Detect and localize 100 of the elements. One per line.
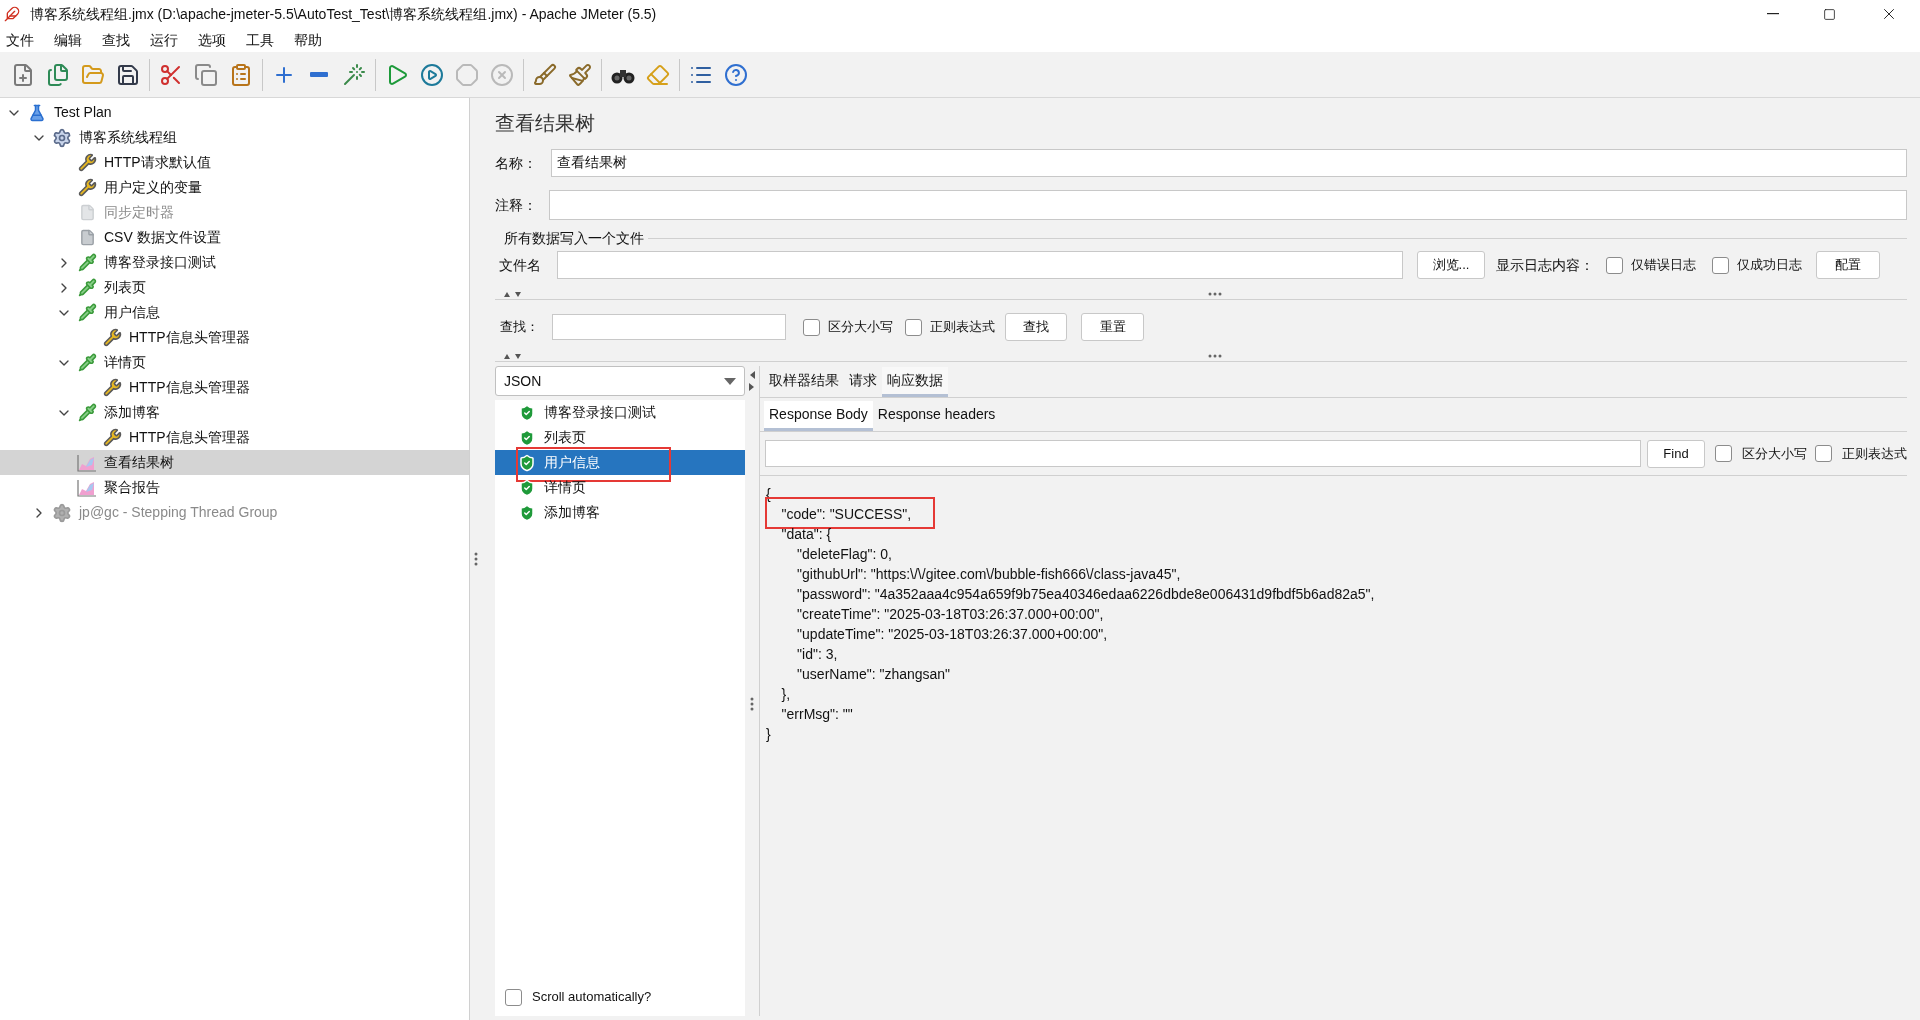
checkbox[interactable] (803, 318, 820, 336)
tree-label: 同步定时器 (104, 203, 174, 222)
name-field[interactable]: 查看结果树 (551, 149, 1907, 177)
tree-label: 添加博客 (104, 403, 160, 422)
tree-label: 详情页 (104, 353, 146, 372)
button[interactable]: 配置 (1816, 251, 1880, 279)
checkbox[interactable] (1715, 445, 1732, 462)
checkbox[interactable] (905, 318, 922, 336)
help-icon (724, 62, 748, 87)
tab[interactable]: Response Body (764, 401, 873, 431)
menu-item[interactable]: 选项 (198, 29, 226, 51)
menu-item[interactable]: 编辑 (54, 29, 82, 51)
collapse-arrows-icon[interactable] (503, 351, 523, 360)
tree-label: 用户信息 (104, 303, 160, 322)
code-line: "data": { (780, 526, 832, 542)
pipette-icon (77, 403, 97, 422)
result-label: 添加博客 (544, 503, 600, 522)
result-item[interactable]: 博客登录接口测试 (495, 400, 745, 425)
code-line: } (766, 726, 771, 742)
area-chart-icon (77, 453, 97, 472)
gear-icon (52, 502, 72, 523)
button[interactable]: 重置 (1081, 313, 1144, 341)
menu-item[interactable]: 工具 (246, 29, 274, 51)
tree-item[interactable]: 详情页 (0, 350, 470, 375)
collapse-arrows-icon[interactable] (503, 289, 523, 298)
grip-icon[interactable] (474, 552, 478, 566)
result-item[interactable]: 添加博客 (495, 500, 745, 525)
wrench-icon (102, 428, 122, 447)
tree-item[interactable]: 查看结果树 (0, 450, 470, 475)
menu-item[interactable]: 查找 (102, 29, 130, 51)
button[interactable]: Find (1647, 439, 1705, 468)
tree-label: 列表页 (104, 278, 146, 297)
minimize-icon[interactable] (1767, 13, 1779, 15)
tab[interactable]: Response headers (872, 401, 1001, 431)
result-item[interactable]: 详情页 (495, 475, 745, 500)
result-item[interactable]: 列表页 (495, 425, 745, 450)
tree-item[interactable]: HTTP信息头管理器 (0, 425, 470, 450)
result-item[interactable]: 用户信息 (495, 450, 745, 475)
tree-item[interactable]: HTTP信息头管理器 (0, 325, 470, 350)
tab[interactable]: 取样器结果 (764, 367, 844, 397)
tree-item[interactable]: 博客登录接口测试 (0, 250, 470, 275)
checkbox[interactable] (1815, 445, 1832, 462)
tree-item[interactable]: 用户定义的变量 (0, 175, 470, 200)
tree-item[interactable]: 聚合报告 (0, 475, 470, 500)
tree-label: HTTP信息头管理器 (129, 328, 250, 347)
code-line: "createTime": "2025-03-18T03:26:37.000+00:00", (796, 606, 1104, 622)
tree-label: HTTP信息头管理器 (129, 428, 250, 447)
comment-field[interactable] (549, 190, 1907, 220)
grip-icon[interactable] (1208, 291, 1222, 296)
renderer-dropdown[interactable]: JSON (495, 366, 745, 396)
menu-item[interactable]: 运行 (150, 29, 178, 51)
tree-item[interactable]: HTTP请求默认值 (0, 150, 470, 175)
tree-item[interactable]: CSV 数据文件设置 (0, 225, 470, 250)
menu-item[interactable]: 帮助 (294, 29, 322, 51)
checkbox[interactable] (505, 988, 522, 1006)
wrench-icon (102, 378, 122, 397)
pipette-icon (77, 278, 97, 297)
document-icon (78, 229, 96, 246)
section-title: 所有数据写入一个文件 (504, 228, 644, 248)
file-plus-icon (11, 62, 35, 87)
pipette-icon (77, 353, 97, 372)
tree-label: 查看结果树 (104, 453, 174, 472)
tree-item[interactable]: 用户信息 (0, 300, 470, 325)
tree-label: Test Plan (54, 103, 112, 122)
search-field[interactable] (552, 314, 786, 340)
dropdown-value: JSON (504, 371, 543, 391)
tree-label: HTTP信息头管理器 (129, 378, 250, 397)
log-label: 显示日志内容： (1496, 255, 1594, 275)
button[interactable]: 查找 (1005, 313, 1067, 341)
pipette-icon (77, 303, 97, 322)
tree-item[interactable]: 列表页 (0, 275, 470, 300)
tab[interactable]: 请求 (844, 367, 882, 397)
field-label: 查找： (500, 318, 540, 337)
tab[interactable]: 响应数据 (882, 367, 948, 397)
copy-icon (194, 62, 218, 87)
area-chart-icon (77, 478, 97, 497)
tree-item[interactable]: Test Plan (0, 100, 470, 125)
checkbox-label: 正则表达式 (930, 318, 995, 337)
eraser-icon (646, 62, 670, 87)
tree-item[interactable]: HTTP信息头管理器 (0, 375, 470, 400)
grip-icon[interactable] (750, 697, 754, 711)
checkbox-label: 正则表达式 (1842, 444, 1907, 463)
body-search-field[interactable] (765, 440, 1641, 467)
wrench-icon (77, 153, 97, 172)
filename-field[interactable] (557, 251, 1403, 279)
result-label: 详情页 (544, 478, 586, 497)
checkbox[interactable] (1606, 256, 1623, 274)
restore-icon[interactable] (1823, 7, 1836, 21)
play-circle-icon (420, 62, 444, 87)
menu-item[interactable]: 文件 (6, 29, 34, 51)
tree-item[interactable]: 添加博客 (0, 400, 470, 425)
tree-item[interactable]: 博客系统线程组 (0, 125, 470, 150)
panel-title: 查看结果树 (495, 111, 595, 136)
field-label: 名称： (495, 153, 538, 173)
collapse-arrows-icon[interactable] (748, 370, 756, 392)
grip-icon[interactable] (1208, 353, 1222, 358)
code-line: "updateTime": "2025-03-18T03:26:37.000+00:00", (796, 626, 1108, 642)
checkbox[interactable] (1712, 256, 1729, 274)
button[interactable]: 浏览... (1417, 251, 1485, 279)
pipette-icon (77, 253, 97, 272)
